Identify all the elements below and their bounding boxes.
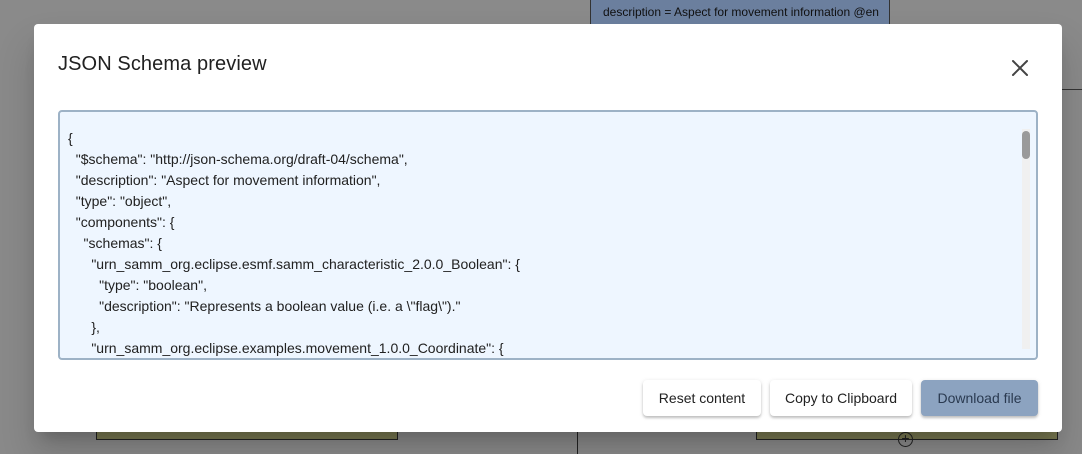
editor-line: { [68, 130, 73, 146]
connector-line [1062, 89, 1082, 90]
dialog-title: JSON Schema preview [58, 53, 267, 75]
editor-line: "urn_samm_org.eclipse.examples.movement_… [68, 340, 504, 356]
expand-plus-icon: + [898, 431, 913, 447]
editor-line: "$schema": "http://json-schema.org/draft… [68, 151, 408, 167]
json-schema-editor[interactable]: { "$schema": "http://json-schema.org/dra… [58, 110, 1038, 360]
copy-to-clipboard-button[interactable]: Copy to Clipboard [770, 380, 912, 416]
editor-scrollbar-thumb[interactable] [1022, 131, 1030, 159]
editor-line: "description": "Aspect for movement info… [68, 172, 381, 188]
connector-line [577, 430, 578, 454]
editor-line: }, [68, 319, 100, 335]
editor-line: "description": "Represents a boolean val… [68, 298, 461, 314]
close-button[interactable] [1006, 54, 1034, 82]
editor-line: "urn_samm_org.eclipse.esmf.samm_characte… [68, 256, 520, 272]
close-icon [1012, 60, 1028, 76]
editor-line: "components": { [68, 214, 175, 230]
json-schema-text[interactable]: { "$schema": "http://json-schema.org/dra… [68, 128, 1016, 358]
aspect-node-description: description = Aspect for movement inform… [603, 5, 879, 19]
download-file-button[interactable]: Download file [921, 380, 1038, 416]
editor-line: "type": "object", [68, 193, 172, 209]
editor-scrollbar[interactable] [1022, 129, 1030, 349]
aspect-node: description = Aspect for movement inform… [590, 0, 890, 26]
reset-content-button[interactable]: Reset content [643, 380, 761, 416]
json-schema-preview-dialog: JSON Schema preview { "$schema": "http:/… [34, 24, 1062, 432]
editor-line: "type": "boolean", [68, 277, 207, 293]
editor-line: "schemas": { [68, 235, 162, 251]
